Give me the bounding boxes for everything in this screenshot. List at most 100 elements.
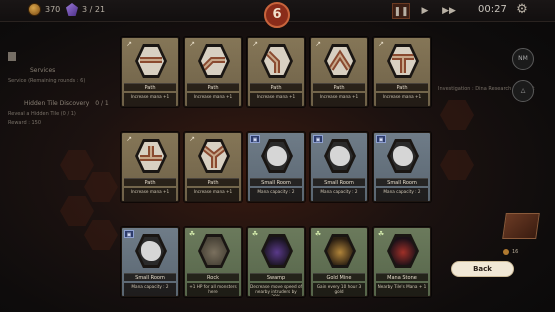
card-description: Gain every 10 hour 3 gold: [313, 283, 365, 296]
card-blob[interactable]: ▣ Small Room Mana capacity : 2: [121, 227, 179, 297]
card-swamp[interactable]: ☘ Swamp Decrease move speed of nearby intr…: [247, 227, 305, 297]
card-goldmine[interactable]: ☘ Gold Mine Gain every 10 hour 3 gold: [310, 227, 368, 297]
card-description: Increase mana +1: [313, 93, 365, 106]
card-description: Mana capacity : 2: [376, 188, 428, 201]
curve-art: [201, 47, 227, 75]
hidden-count: 0 / 1: [95, 100, 109, 107]
turn-badge: 6: [264, 2, 290, 28]
road-icon: ↗: [252, 40, 258, 48]
back-button[interactable]: Back: [451, 261, 514, 277]
road-icon: ↗: [189, 135, 195, 143]
card-chevron[interactable]: ↗ Path Increase mana +1: [310, 37, 368, 107]
card-name: Small Room: [250, 178, 302, 186]
floor-tile: [440, 100, 474, 130]
settings-button[interactable]: ⚙: [513, 2, 531, 18]
card-description: Decrease move speed of nearby intruders …: [250, 283, 302, 296]
card-blob[interactable]: ▣ Small Room Mana capacity : 2: [247, 132, 305, 202]
road-icon: ↗: [126, 40, 132, 48]
fast-forward-icon: ▶▶: [442, 6, 456, 16]
card-blob[interactable]: ▣ Small Room Mana capacity : 2: [310, 132, 368, 202]
card-grid: ↗ Path Increase mana +1 ↗ Path Increase mana …: [121, 37, 435, 307]
leaf-icon: ☘: [251, 230, 259, 238]
floor-tile: [84, 220, 118, 250]
card-name: Swamp: [250, 273, 302, 281]
blob-art: [264, 142, 290, 170]
road-icon: ↗: [189, 40, 195, 48]
card-name: Small Room: [376, 178, 428, 186]
room-icon: ▣: [250, 135, 260, 143]
road-icon: ↗: [378, 40, 384, 48]
blob-art: [390, 142, 416, 170]
card-y-split[interactable]: ↗ Path Increase mana +1: [184, 132, 242, 202]
card-tee-down[interactable]: ↗ Path Increase mana +1: [121, 132, 179, 202]
blob-art: [138, 237, 164, 265]
card-name: Small Room: [313, 178, 365, 186]
card-name: Path: [187, 178, 239, 186]
card-description: Mana capacity : 2: [250, 188, 302, 201]
deck-coin-icon: [503, 249, 509, 255]
card-name: Path: [313, 83, 365, 91]
card-counter: 3 / 21: [66, 3, 105, 16]
card-art: [261, 139, 293, 173]
card-art: [135, 139, 167, 173]
hidden-line: Reveal a Hidden Tile (0 / 1): [8, 111, 76, 117]
room-icon: ▣: [376, 135, 386, 143]
pause-button[interactable]: ❚❚: [392, 3, 410, 19]
floor-tile: [440, 150, 474, 180]
card-art: [387, 234, 419, 268]
tee-art: [390, 47, 416, 75]
game-timer: 00:27: [478, 4, 507, 15]
chevron-art: [327, 47, 353, 75]
card-art: [387, 44, 419, 78]
road-icon: ↗: [126, 135, 132, 143]
road-icon: ↗: [315, 40, 321, 48]
leaf-icon: ☘: [188, 230, 196, 238]
tee-down-art: [138, 142, 164, 170]
mana-orb[interactable]: NM: [512, 48, 534, 70]
hourglass-icon: △: [520, 87, 526, 94]
card-name: Path: [124, 178, 176, 186]
card-art: [324, 139, 356, 173]
card-description: Increase mana +1: [187, 188, 239, 201]
card-blob[interactable]: ▣ Small Room Mana capacity : 2: [373, 132, 431, 202]
card-art: [198, 44, 230, 78]
card-straight[interactable]: ↗ Path Increase mana +1: [121, 37, 179, 107]
room-icon: ▣: [124, 230, 134, 238]
card-rock[interactable]: ☘ Rock +1 HP for all monsters here: [184, 227, 242, 297]
deck-book[interactable]: [502, 213, 540, 239]
floor-tile: [60, 150, 94, 180]
card-name: Mana Stone: [376, 273, 428, 281]
card-tee[interactable]: ↗ Path Increase mana +1: [373, 37, 431, 107]
manastone-art: [390, 237, 416, 265]
card-description: Mana capacity : 2: [313, 188, 365, 201]
y-split-art: [201, 142, 227, 170]
card-art: [387, 139, 419, 173]
card-art: [198, 234, 230, 268]
card-description: +1 HP for all monsters here: [187, 283, 239, 296]
card-description: Mana capacity : 2: [124, 283, 176, 296]
coin-icon: [28, 3, 41, 16]
card-name: Path: [250, 83, 302, 91]
pause-icon: ❚❚: [393, 7, 409, 17]
card-art: [135, 234, 167, 268]
card-description: Increase mana +1: [124, 188, 176, 201]
card-name: Small Room: [124, 273, 176, 281]
fast-forward-button[interactable]: ▶▶: [440, 3, 458, 19]
card-description: Increase mana +1: [187, 93, 239, 106]
card-name: Rock: [187, 273, 239, 281]
research-orb[interactable]: △: [512, 80, 534, 102]
coin-counter: 370: [28, 3, 60, 16]
card-name: Path: [187, 83, 239, 91]
card-art: [135, 44, 167, 78]
rock-art: [201, 237, 227, 265]
card-value: 3 / 21: [82, 5, 106, 14]
gear-icon: ⚙: [516, 2, 528, 17]
services-heading: Services: [30, 67, 56, 74]
card-name: Path: [124, 83, 176, 91]
swamp-art: [264, 237, 290, 265]
play-button[interactable]: ▶: [416, 3, 434, 19]
card-curve-left[interactable]: ↗ Path Increase mana +1: [247, 37, 305, 107]
reward-line: Reward : 150: [8, 120, 42, 126]
card-manastone[interactable]: ☘ Mana Stone Nearby Tile's Mana + 1: [373, 227, 431, 297]
card-curve[interactable]: ↗ Path Increase mana +1: [184, 37, 242, 107]
